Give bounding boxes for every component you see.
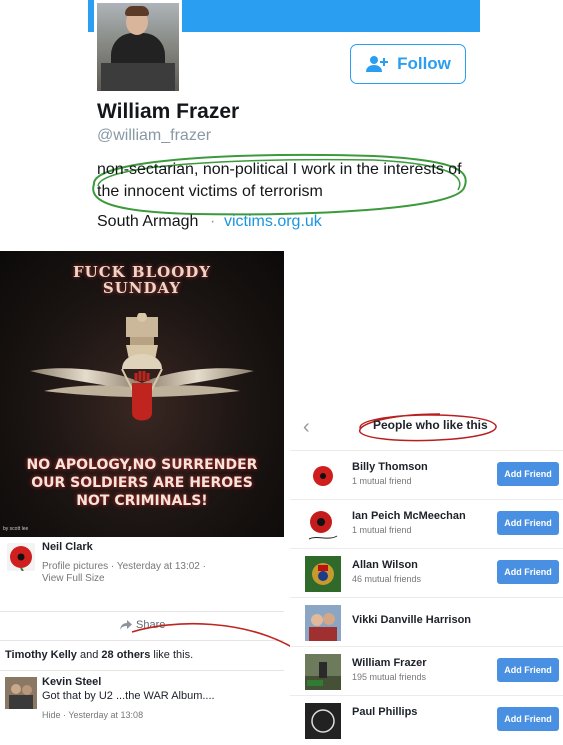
liker-row[interactable]: William Frazer 195 mutual friends Add Fr… — [290, 646, 563, 696]
profile-bio: non-sectarian, non-political I work in t… — [97, 161, 462, 200]
liker-row[interactable]: Paul Phillips Add Friend — [290, 695, 563, 745]
photo-icon — [305, 654, 341, 690]
likes-and: and — [80, 649, 99, 661]
add-friend-button[interactable]: Add Friend — [497, 658, 559, 682]
profile-website-link[interactable]: victims.org.uk — [224, 213, 322, 231]
profile-location: South Armagh — [97, 213, 199, 230]
poster-name[interactable]: Neil Clark — [42, 541, 93, 553]
post-meta: Profile pictures · Yesterday at 13:02 · — [42, 561, 206, 572]
badge-icon — [305, 703, 341, 739]
people-who-like-panel: ‹ People who like this Billy Thomson 1 m… — [290, 404, 563, 739]
twitter-profile-card: Follow William Frazer @william_frazer no… — [88, 0, 480, 245]
poppy-icon — [10, 546, 32, 571]
mutual-friends: 195 mutual friends — [352, 672, 427, 682]
liker-name[interactable]: Timothy Kelly — [5, 649, 77, 661]
liker-avatar[interactable] — [305, 507, 341, 543]
add-person-icon — [365, 55, 389, 73]
mutual-friends: 46 mutual friends — [352, 574, 422, 584]
liker-name[interactable]: Ian Peich McMeechan — [352, 510, 466, 522]
liker-name[interactable]: Paul Phillips — [352, 706, 417, 718]
follow-label: Follow — [397, 54, 451, 73]
poppy-icon — [305, 458, 341, 494]
image-slogan-line3: NOT CRIMINALS! — [76, 493, 208, 509]
liker-name[interactable]: Allan Wilson — [352, 559, 418, 571]
image-headline-line2: SUNDAY — [102, 279, 182, 297]
liker-name[interactable]: William Frazer — [352, 657, 426, 669]
commenter-avatar[interactable] — [5, 677, 37, 709]
liker-row[interactable]: Billy Thomson 1 mutual friend Add Friend — [290, 450, 563, 500]
add-friend-button[interactable]: Add Friend — [497, 462, 559, 486]
mutual-friends: 1 mutual friend — [352, 525, 412, 535]
poster-avatar[interactable] — [7, 543, 35, 571]
panel-title: People who like this — [373, 418, 488, 432]
divider — [0, 670, 284, 671]
photo-icon — [305, 605, 341, 641]
post-image[interactable]: FUCK BLOODY SUNDAY NO APOLOGY,NO SURREND… — [0, 251, 284, 537]
add-friend-button[interactable]: Add Friend — [497, 560, 559, 584]
view-full-size-link[interactable]: View Full Size — [42, 573, 105, 584]
image-slogan-line2: OUR SOLDIERS ARE HEROES — [31, 475, 253, 491]
comment-meta: Hide · Yesterday at 13:08 — [42, 710, 144, 720]
mutual-friends: 1 mutual friend — [352, 476, 412, 486]
liker-row[interactable]: Ian Peich McMeechan 1 mutual friend Add … — [290, 499, 563, 549]
add-friend-button[interactable]: Add Friend — [497, 511, 559, 535]
poppy-icon — [305, 507, 341, 543]
profile-name: William Frazer — [97, 100, 240, 123]
comment-text: Got that by U2 ...the WAR Album.... — [42, 690, 215, 702]
liker-row[interactable]: Vikki Danville Harrison — [290, 597, 563, 647]
profile-avatar[interactable] — [94, 0, 182, 94]
liker-name[interactable]: Vikki Danville Harrison — [352, 614, 471, 626]
liker-row[interactable]: Allan Wilson 46 mutual friends Add Frien… — [290, 548, 563, 598]
add-friend-button[interactable]: Add Friend — [497, 707, 559, 731]
regimental-crest-icon — [305, 556, 341, 592]
liker-avatar[interactable] — [305, 703, 341, 739]
chevron-left-icon[interactable]: ‹ — [303, 416, 310, 439]
follow-button[interactable]: Follow — [350, 44, 466, 84]
liker-avatar[interactable] — [305, 458, 341, 494]
image-credit: by scott lee — [3, 526, 29, 532]
image-slogan-line1: NO APOLOGY,NO SURRENDER — [26, 457, 258, 473]
liker-avatar[interactable] — [305, 654, 341, 690]
separator: · — [210, 213, 216, 230]
liker-avatar[interactable] — [305, 556, 341, 592]
liker-avatar[interactable] — [305, 605, 341, 641]
liker-name[interactable]: Billy Thomson — [352, 461, 428, 473]
parachute-regiment-badge-icon — [30, 313, 254, 421]
profile-handle: @william_frazer — [97, 127, 212, 144]
commenter-name[interactable]: Kevin Steel — [42, 676, 101, 688]
